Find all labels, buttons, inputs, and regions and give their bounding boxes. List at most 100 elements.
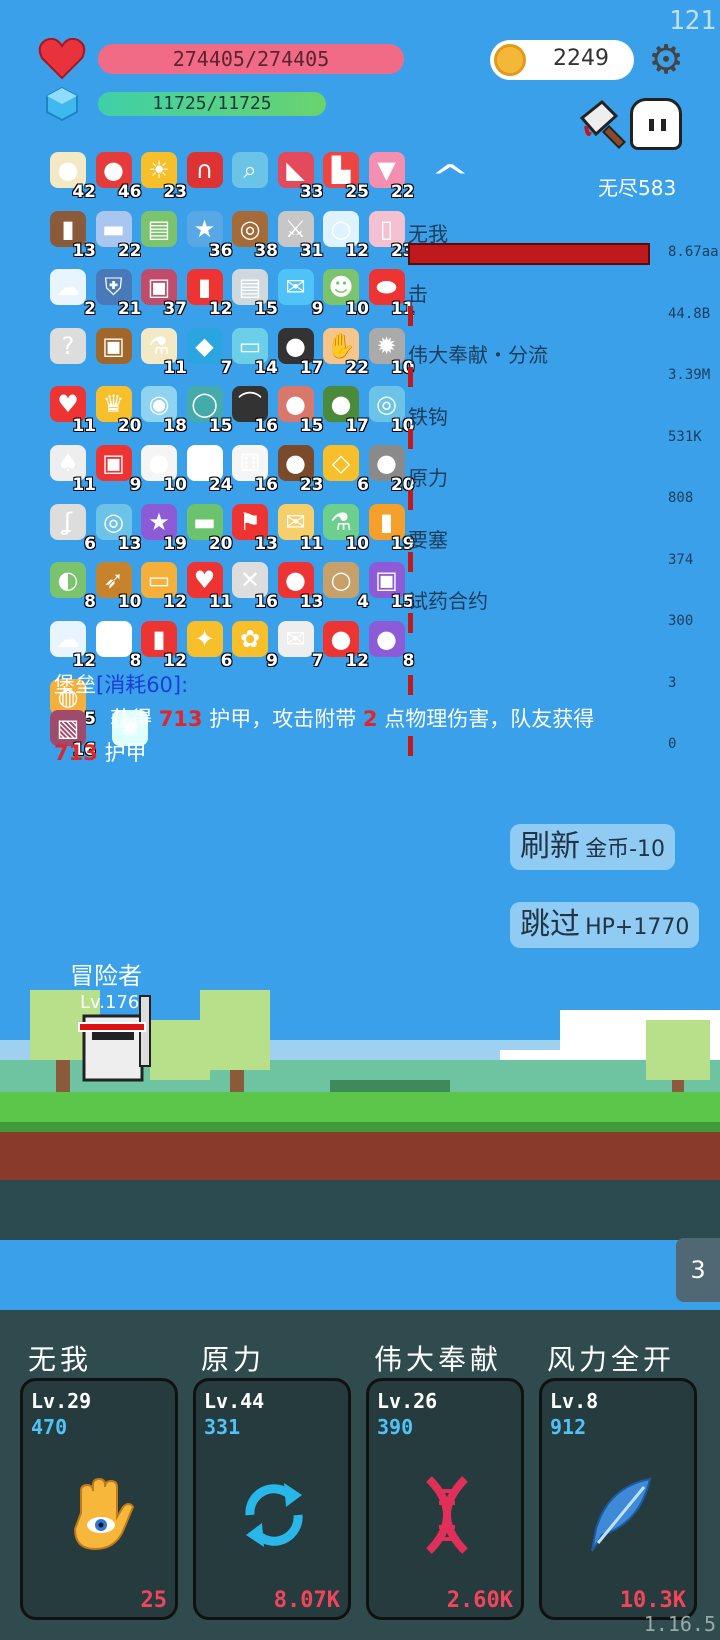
- skill-card[interactable]: Lv.44 331 8.07K: [193, 1378, 351, 1620]
- refresh-cost: 金币-10: [585, 837, 666, 862]
- damage-source-name: 试药合约: [408, 589, 488, 613]
- skill-level: Lv.29: [31, 1389, 92, 1413]
- skill-title: 原力: [201, 1343, 266, 1376]
- item-slot[interactable]: ▣ 15: [365, 560, 415, 612]
- skill-card[interactable]: Lv.8 912 10.3K: [539, 1378, 697, 1620]
- item-slot[interactable]: ● 8: [365, 619, 415, 671]
- battle-scene: [0, 980, 720, 1240]
- item-slot[interactable]: ● 12: [319, 619, 369, 671]
- item-slot[interactable]: ⌕: [228, 150, 272, 194]
- hook-icon: ?: [50, 327, 86, 364]
- item-slot[interactable]: ● 23: [274, 443, 324, 495]
- item-slot[interactable]: ● 20: [365, 443, 415, 495]
- item-slot[interactable]: ◐ 8: [46, 560, 96, 612]
- item-slot[interactable]: ◣ 33: [274, 150, 324, 202]
- damage-source-name: 铁钩: [408, 404, 448, 429]
- item-slot[interactable]: ✹ 10: [365, 326, 415, 378]
- heart-icon: [38, 37, 86, 80]
- skill-title: 风力全开: [547, 1343, 676, 1376]
- item-slot[interactable]: ● 42: [46, 150, 96, 202]
- item-slot[interactable]: ● 46: [92, 150, 142, 202]
- item-slot[interactable]: ▮ 12: [183, 267, 233, 319]
- item-slot[interactable]: ⬬ 11: [365, 267, 415, 319]
- item-slot[interactable]: ☁ 12: [46, 619, 96, 671]
- refresh-button[interactable]: 刷新 金币-10: [510, 824, 676, 870]
- item-slot[interactable]: ♛ 20: [92, 384, 142, 436]
- item-slot[interactable]: ▣ 37: [137, 267, 187, 319]
- item-slot[interactable]: ◉ 18: [137, 384, 187, 436]
- item-slot[interactable]: ◆ 7: [183, 326, 233, 378]
- item-slot[interactable]: ⚗ 11: [137, 326, 187, 378]
- hero-hp-bar: [78, 1022, 146, 1032]
- item-slot[interactable]: ◯ 15: [183, 384, 233, 436]
- item-slot[interactable]: ▯ 23: [365, 209, 415, 261]
- item-slot[interactable]: ?: [46, 326, 90, 370]
- item-slot[interactable]: ▬ 22: [92, 209, 142, 261]
- item-slot[interactable]: ➶ 10: [92, 560, 142, 612]
- desc-text-3: 点物理伤害，队友获得: [384, 707, 595, 731]
- item-slot[interactable]: ☀ 23: [137, 150, 187, 202]
- item-slot[interactable]: ✕ 16: [228, 560, 278, 612]
- item-slot[interactable]: ○ 12: [319, 209, 369, 261]
- item-slot[interactable]: ▤ 15: [228, 267, 278, 319]
- settings-gear-icon[interactable]: ⚙: [644, 38, 688, 82]
- item-slot[interactable]: ▬ 20: [183, 502, 233, 554]
- item-slot[interactable]: ○ 4: [319, 560, 369, 612]
- item-slot[interactable]: ▣ 9: [92, 443, 142, 495]
- item-slot[interactable]: ⚗ 10: [319, 502, 369, 554]
- wand-icon: ✦: [186, 620, 223, 657]
- item-slot[interactable]: ▙ 25: [319, 150, 369, 202]
- item-slot[interactable]: ☺ 8: [92, 619, 142, 671]
- item-slot[interactable]: ◇ 6: [319, 443, 369, 495]
- item-slot[interactable]: ⛨ 21: [92, 267, 142, 319]
- item-slot[interactable]: ▮ 12: [137, 619, 187, 671]
- item-slot[interactable]: ⌒ 16: [228, 384, 278, 436]
- collapse-chevron-up-icon[interactable]: ^: [430, 158, 470, 198]
- item-slot[interactable]: ✋ 22: [319, 326, 369, 378]
- item-slot[interactable]: ▭ 14: [228, 326, 278, 378]
- skill-damage: 10.3K: [619, 1588, 686, 1613]
- item-slot[interactable]: ∩: [183, 150, 227, 194]
- item-slot[interactable]: ● 24: [183, 443, 233, 495]
- item-slot[interactable]: ● 13: [274, 560, 324, 612]
- skill-card[interactable]: Lv.29 470 25: [20, 1378, 178, 1620]
- item-slot[interactable]: ▮ 13: [46, 209, 96, 261]
- item-slot[interactable]: ♥ 11: [46, 384, 96, 436]
- item-slot[interactable]: ● 10: [137, 443, 187, 495]
- item-slot[interactable]: ♠ 11: [46, 443, 96, 495]
- damage-source-name: 击: [408, 281, 428, 306]
- item-slot[interactable]: ✉ 11: [274, 502, 324, 554]
- item-slot[interactable]: ▭ 12: [137, 560, 187, 612]
- item-slot[interactable]: ▮ 19: [365, 502, 415, 554]
- chat-icon: ✉: [277, 269, 314, 306]
- item-slot[interactable]: ✉ 9: [274, 267, 324, 319]
- item-slot[interactable]: ⚑ 13: [228, 502, 278, 554]
- item-slot[interactable]: ★ 19: [137, 502, 187, 554]
- skip-button[interactable]: 跳过 HP+1770: [510, 902, 700, 948]
- item-slot[interactable]: ◎ 38: [228, 209, 278, 261]
- item-slot[interactable]: ✉ 7: [274, 619, 324, 671]
- item-slot[interactable]: ▣: [92, 326, 136, 370]
- item-slot[interactable]: ● 15: [274, 384, 324, 436]
- item-slot[interactable]: ◎ 13: [92, 502, 142, 554]
- skip-label: 跳过: [520, 907, 580, 942]
- item-slot[interactable]: ⚅ 16: [228, 443, 278, 495]
- item-slot[interactable]: ☻ 10: [319, 267, 369, 319]
- skill-card[interactable]: Lv.26 390 2.60K: [366, 1378, 524, 1620]
- item-slot[interactable]: ● 17: [274, 326, 324, 378]
- item-slot[interactable]: ● 17: [319, 384, 369, 436]
- item-slot[interactable]: ★ 36: [183, 209, 233, 261]
- cleaver-icon[interactable]: [576, 98, 632, 152]
- item-slot[interactable]: ♥ 11: [183, 560, 233, 612]
- ghost-icon: ☺: [95, 620, 132, 657]
- item-slot[interactable]: ʆ6: [46, 502, 96, 554]
- item-slot[interactable]: ⚔ 31: [274, 209, 324, 261]
- item-slot[interactable]: ▤: [137, 209, 181, 253]
- item-slot[interactable]: ☁ 2: [46, 267, 96, 319]
- ghost-icon[interactable]: [630, 98, 682, 150]
- item-slot[interactable]: ✿ 9: [228, 619, 278, 671]
- side-tab[interactable]: 3: [676, 1238, 720, 1302]
- item-slot[interactable]: ▼ 22: [365, 150, 415, 202]
- item-slot[interactable]: ◎ 10: [365, 384, 415, 436]
- item-slot[interactable]: ✦ 6: [183, 619, 233, 671]
